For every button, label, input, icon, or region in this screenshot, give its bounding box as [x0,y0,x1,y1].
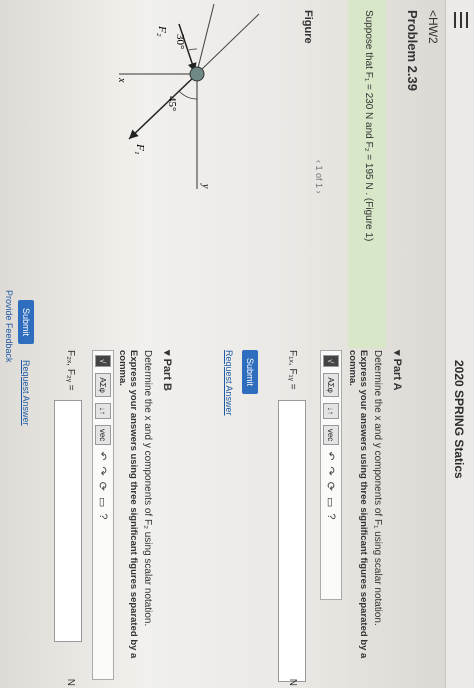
keyboard-icon[interactable]: ▭ [325,497,338,507]
part-b-answer-input[interactable] [54,400,82,642]
angle-30-label: 30° [174,34,186,49]
arrows-button[interactable]: ↓↑ [323,402,339,419]
part-a-unit: N [287,678,298,686]
chevron-right-icon[interactable]: › [314,191,324,194]
mastering-page: 2020 SPRING Statics <HW2 Problem 2.39 Su… [0,0,474,688]
keyboard-icon[interactable]: ▭ [97,497,110,507]
part-b-instruction: Determine the x and y components of F₂ u… [142,350,153,627]
member-line-2 [196,4,215,73]
part-a-title[interactable]: ▾ Part A [391,350,404,680]
templates-button[interactable]: √ [323,355,339,368]
part-a-submit-button[interactable]: Submit [242,350,258,395]
y-axis-label: y [200,183,211,189]
expand-triangle-icon: ▾ [161,350,173,359]
pin-joint [189,66,205,82]
greek-symbols-button[interactable]: ΑΣφ [95,373,111,397]
part-a-instruction: Determine the x and y components of F₁ u… [372,350,383,626]
member-line-1 [198,13,260,73]
angle-45-label: 45° [166,96,178,111]
arrows-button[interactable]: ↓↑ [95,402,111,419]
greek-symbols-button[interactable]: ΑΣφ [323,373,339,397]
part-b-request-answer-link[interactable]: Request Answer [21,360,31,426]
course-title: 2020 SPRING Statics [452,360,466,479]
angle-30-arc [188,48,198,51]
f2-label: F₂ [156,25,168,37]
part-a-answer-input[interactable] [278,400,306,682]
refresh-icon[interactable]: ⟳ [325,482,338,491]
figure-pager: ‹ 1 of 1 › [314,160,324,194]
intro-text: Suppose that F₁ = 230 N and F₂ = 195 N .… [363,10,374,242]
undo-icon[interactable]: ↶ [325,451,338,460]
part-a-toolbar: √ ΑΣφ ↓↑ vec ↶ ↷ ⟳ ▭ ? [320,350,342,600]
provide-feedback-link[interactable]: Provide Feedback [4,290,14,363]
hamburger-menu-icon[interactable] [454,12,468,28]
part-a-instruction-bold: Express your answers using three signifi… [347,350,369,659]
figure-label: Figure [302,10,314,44]
part-b-unit: N [65,678,76,686]
redo-icon[interactable]: ↷ [97,467,110,476]
part-b-toolbar: √ ΑΣφ ↓↑ vec ↶ ↷ ⟳ ▭ ? [92,350,114,680]
back-link[interactable]: <HW2 [426,10,440,44]
force-diagram: 45° 30° F₁ F₂ y x [116,4,260,189]
part-b-instruction-bold: Express your answers using three signifi… [117,350,139,659]
help-icon[interactable]: ? [325,513,337,519]
part-b-section: ▾ Part B Determine the x and y component… [117,350,174,680]
expand-triangle-icon: ▾ [391,350,403,359]
refresh-icon[interactable]: ⟳ [97,482,110,491]
vector-button[interactable]: vec [95,424,111,446]
part-b-answer-label: F₂ₓ, F₂ᵧ = [65,350,76,391]
redo-icon[interactable]: ↷ [325,467,338,476]
templates-button[interactable]: √ [95,355,111,368]
undo-icon[interactable]: ↶ [97,451,110,460]
problem-title: Problem 2.39 [405,10,420,91]
f1-label: F₁ [134,143,146,155]
figure-page-count: 1 of 1 [314,165,324,189]
chevron-left-icon[interactable]: ‹ [314,160,324,163]
vector-button[interactable]: vec [323,424,339,446]
part-a-answer-label: F₁ₓ, F₁ᵧ = [287,350,298,390]
part-b-title[interactable]: ▾ Part B [161,350,174,680]
angle-45-arc [178,90,198,100]
top-bar: 2020 SPRING Statics [445,0,474,688]
part-a-section: ▾ Part A Determine the x and y component… [347,350,404,680]
help-icon[interactable]: ? [97,513,109,519]
part-a-request-answer-link[interactable]: Request Answer [224,350,234,416]
part-b-submit-button[interactable]: Submit [18,300,34,345]
x-axis-label: x [116,77,127,83]
force-f1-arrow [128,73,198,140]
